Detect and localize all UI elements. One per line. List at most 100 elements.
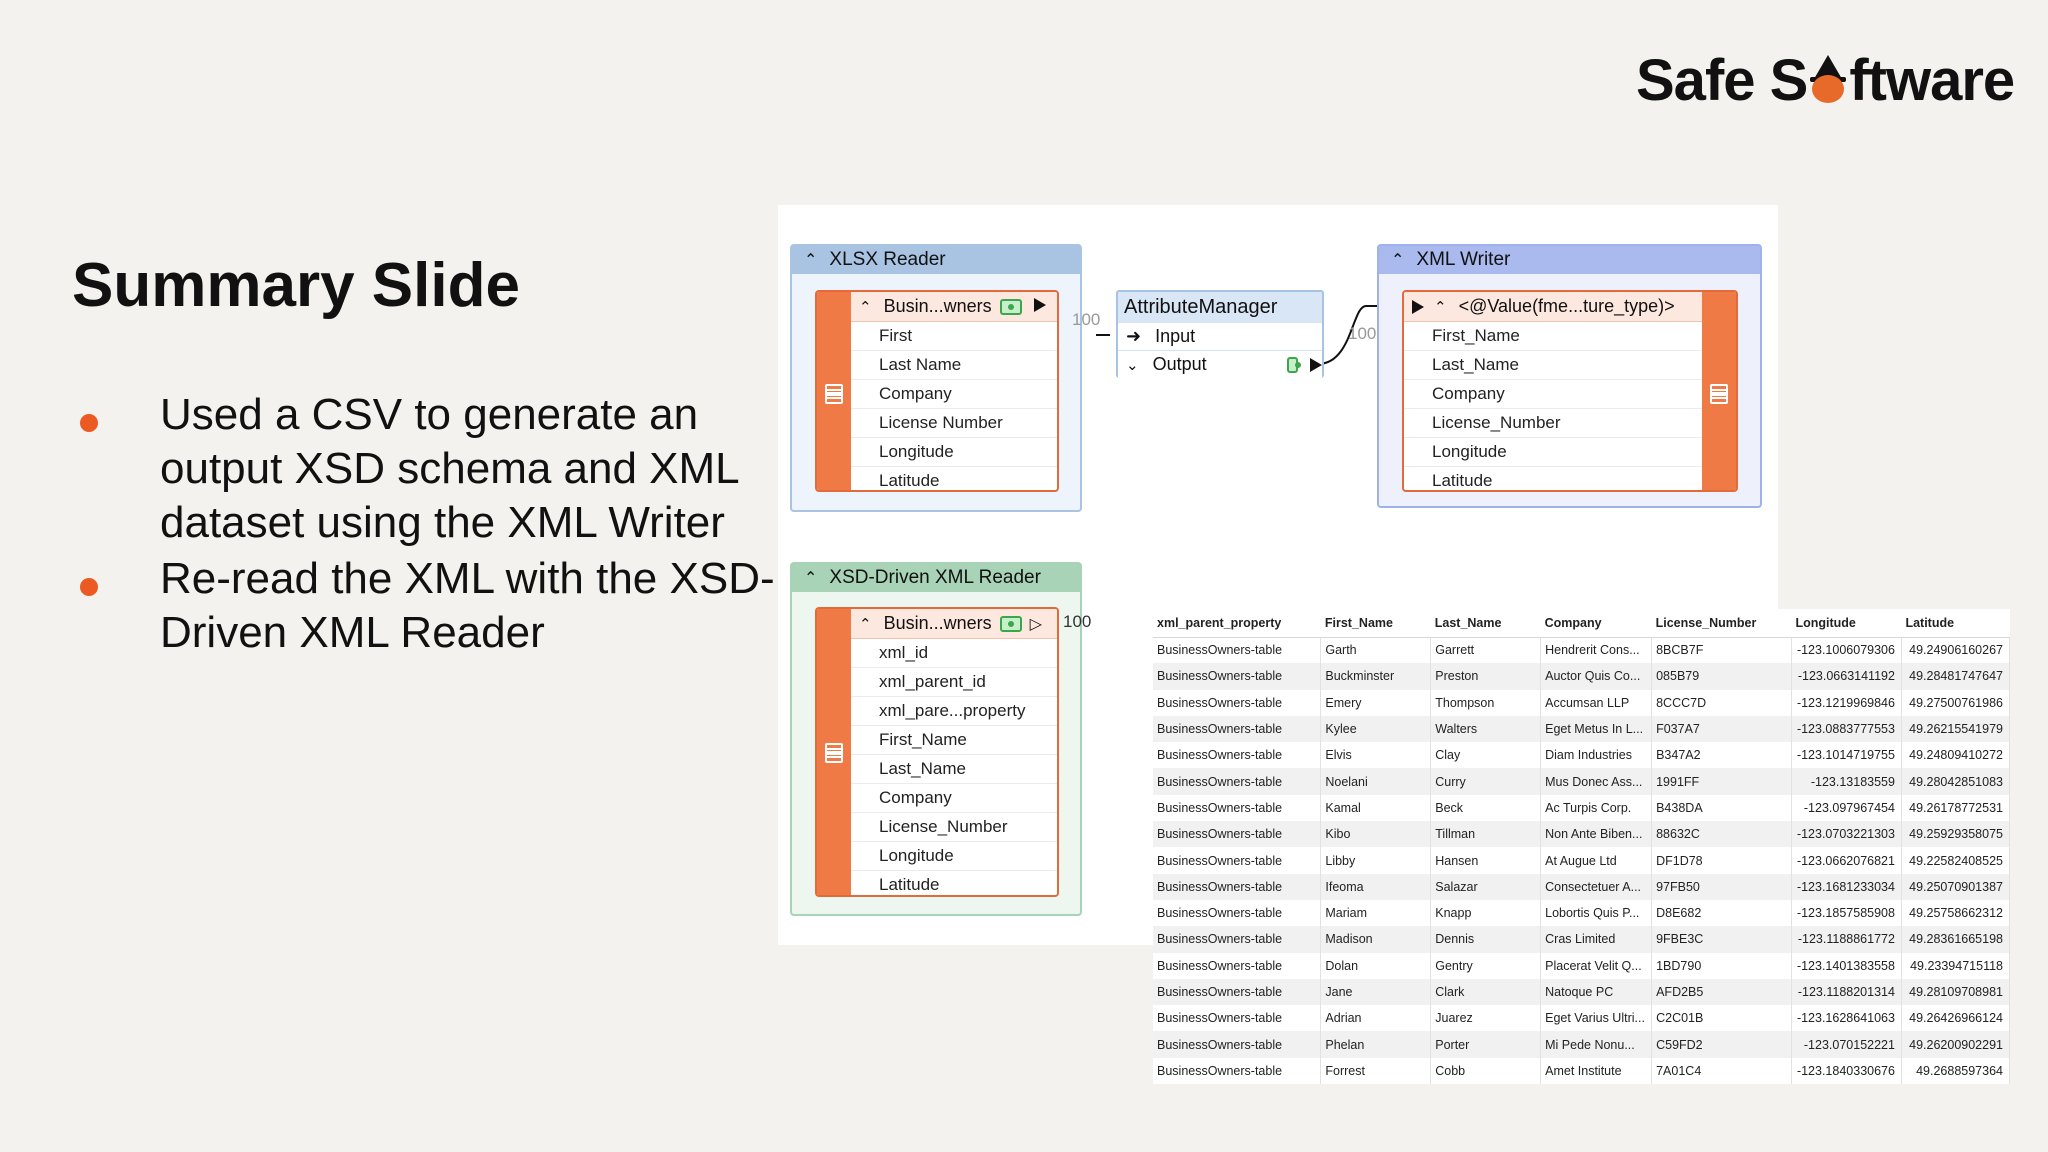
table-row[interactable]: BusinessOwners-table Kibo Tillman Non Ante … bbox=[1153, 821, 2011, 848]
table-cell[interactable]: 49.25758662312 bbox=[1901, 899, 2011, 927]
table-cell[interactable]: Mariam bbox=[1320, 899, 1432, 927]
table-cell[interactable]: Accumsan LLP bbox=[1540, 689, 1653, 716]
table-cell[interactable]: 085B79 bbox=[1651, 663, 1792, 690]
table-cell[interactable]: BusinessOwners-table bbox=[1153, 689, 1322, 716]
table-cell[interactable]: Non Ante Biben... bbox=[1540, 821, 1653, 848]
table-cell[interactable]: C2C01B bbox=[1651, 1005, 1792, 1032]
table-cell[interactable]: Dennis bbox=[1430, 926, 1542, 953]
table-cell[interactable]: -123.1840330676 bbox=[1791, 1057, 1902, 1085]
table-row[interactable]: BusinessOwners-table Madison Dennis Cras Li… bbox=[1153, 926, 2011, 953]
feature-type-row[interactable]: ⌃ Busin...wners ▷ bbox=[851, 609, 1057, 639]
output-port-icon[interactable] bbox=[1310, 357, 1322, 372]
table-cell[interactable]: -123.097967454 bbox=[1791, 794, 1902, 822]
table-cell[interactable]: 49.28042851083 bbox=[1901, 768, 2011, 795]
table-cell[interactable]: 49.24809410272 bbox=[1901, 742, 2011, 769]
table-cell[interactable]: 49.25070901387 bbox=[1901, 873, 2011, 900]
table-cell[interactable]: 49.26426966124 bbox=[1901, 1005, 2011, 1032]
column-header[interactable]: Longitude bbox=[1791, 609, 1902, 638]
collapse-chevron-icon[interactable]: ⌃ bbox=[859, 298, 872, 316]
table-cell[interactable]: -123.0883777553 bbox=[1791, 715, 1902, 743]
table-cell[interactable]: 49.25929358075 bbox=[1901, 821, 2011, 848]
table-cell[interactable]: 49.26200902291 bbox=[1901, 1031, 2011, 1058]
table-cell[interactable]: 1991FF bbox=[1651, 768, 1792, 795]
table-cell[interactable]: BusinessOwners-table bbox=[1153, 768, 1322, 795]
table-cell[interactable]: 49.28109708981 bbox=[1901, 978, 2011, 1006]
output-port-icon[interactable] bbox=[1034, 298, 1046, 312]
table-cell[interactable]: Dolan bbox=[1320, 952, 1432, 979]
table-cell[interactable]: Thompson bbox=[1430, 689, 1542, 716]
table-cell[interactable]: Beck bbox=[1430, 794, 1542, 822]
table-cell[interactable]: Noelani bbox=[1320, 768, 1432, 795]
table-row[interactable]: BusinessOwners-table Garth Garrett Hendreri… bbox=[1153, 637, 2011, 664]
table-cell[interactable]: AFD2B5 bbox=[1651, 978, 1792, 1006]
table-cell[interactable]: Elvis bbox=[1320, 742, 1432, 769]
feature-type-row[interactable]: ⌃ <@Value(fme...ture_type)> bbox=[1404, 292, 1702, 322]
chevron-down-icon[interactable]: ⌄ bbox=[1126, 356, 1139, 374]
xsd-xml-reader-node[interactable]: ⌃ XSD-Driven XML Reader ⌃ Busin...wners … bbox=[790, 562, 1082, 916]
table-cell[interactable]: Buckminster bbox=[1320, 663, 1432, 690]
table-cell[interactable]: -123.0662076821 bbox=[1791, 847, 1902, 874]
table-cell[interactable]: 9FBE3C bbox=[1651, 926, 1792, 953]
table-cell[interactable]: F037A7 bbox=[1651, 715, 1792, 743]
table-cell[interactable]: Garth bbox=[1320, 637, 1432, 664]
table-cell[interactable]: BusinessOwners-table bbox=[1153, 899, 1322, 927]
xml-writer-node[interactable]: ⌃ XML Writer ⌃ <@Value(fme...ture_type)>… bbox=[1377, 244, 1762, 508]
table-cell[interactable]: Clark bbox=[1430, 978, 1542, 1006]
collapse-chevron-icon[interactable]: ⌃ bbox=[1434, 298, 1447, 316]
table-row[interactable]: BusinessOwners-table Kamal Beck Ac Turpis C… bbox=[1153, 794, 2011, 822]
table-cell[interactable]: 8BCB7F bbox=[1651, 637, 1792, 664]
table-cell[interactable]: -123.1188201314 bbox=[1791, 978, 1902, 1006]
table-cell[interactable]: BusinessOwners-table bbox=[1153, 873, 1322, 900]
collapse-chevron-icon[interactable]: ⌃ bbox=[804, 568, 817, 588]
table-cell[interactable]: -123.13183559 bbox=[1791, 768, 1902, 795]
table-cell[interactable]: C59FD2 bbox=[1651, 1031, 1792, 1058]
table-cell[interactable]: BusinessOwners-table bbox=[1153, 847, 1322, 874]
table-cell[interactable]: Juarez bbox=[1430, 1005, 1542, 1032]
table-cell[interactable]: DF1D78 bbox=[1651, 847, 1792, 874]
table-cell[interactable]: Forrest bbox=[1320, 1057, 1432, 1085]
table-cell[interactable]: -123.1188861772 bbox=[1791, 926, 1902, 953]
table-cell[interactable]: Preston bbox=[1430, 663, 1542, 690]
collapse-chevron-icon[interactable]: ⌃ bbox=[804, 250, 817, 270]
table-cell[interactable]: At Augue Ltd bbox=[1540, 847, 1653, 874]
table-cell[interactable]: Kibo bbox=[1320, 821, 1432, 848]
table-cell[interactable]: 8CCC7D bbox=[1651, 689, 1792, 716]
table-cell[interactable]: Cobb bbox=[1430, 1057, 1542, 1085]
table-cell[interactable]: Natoque PC bbox=[1540, 978, 1653, 1006]
table-cell[interactable]: BusinessOwners-table bbox=[1153, 821, 1322, 848]
table-cell[interactable]: BusinessOwners-table bbox=[1153, 1057, 1322, 1085]
input-port-icon[interactable] bbox=[1412, 299, 1424, 314]
table-cell[interactable]: Emery bbox=[1320, 689, 1432, 716]
table-row[interactable]: BusinessOwners-table Phelan Porter Mi Pede … bbox=[1153, 1031, 2011, 1058]
table-cell[interactable]: Adrian bbox=[1320, 1005, 1432, 1032]
column-header[interactable]: Company bbox=[1540, 609, 1652, 638]
table-cell[interactable]: 49.26215541979 bbox=[1901, 715, 2011, 743]
table-cell[interactable]: BusinessOwners-table bbox=[1153, 715, 1322, 743]
xml-writer-header[interactable]: ⌃ XML Writer bbox=[1379, 246, 1760, 274]
table-cell[interactable]: -123.070152221 bbox=[1791, 1031, 1902, 1058]
column-header[interactable]: First_Name bbox=[1320, 609, 1431, 638]
table-row[interactable]: BusinessOwners-table Dolan Gentry Placerat … bbox=[1153, 952, 2011, 979]
table-cell[interactable]: 49.27500761986 bbox=[1901, 689, 2011, 716]
output-port-hollow-icon[interactable]: ▷ bbox=[1030, 614, 1042, 634]
attribute-manager-node[interactable]: AttributeManager ➜ Input ⌄ Output bbox=[1116, 290, 1324, 378]
collapse-chevron-icon[interactable]: ⌃ bbox=[1391, 250, 1404, 270]
inspect-eye-icon[interactable] bbox=[999, 298, 1022, 315]
table-row[interactable]: BusinessOwners-table Ifeoma Salazar Consect… bbox=[1153, 873, 2011, 900]
table-cell[interactable]: Curry bbox=[1430, 768, 1542, 795]
table-cell[interactable]: Lobortis Quis P... bbox=[1540, 899, 1653, 927]
table-cell[interactable]: BusinessOwners-table bbox=[1153, 742, 1322, 769]
table-cell[interactable]: Gentry bbox=[1430, 952, 1542, 979]
table-cell[interactable]: 49.24906160267 bbox=[1901, 637, 2011, 664]
table-cell[interactable]: BusinessOwners-table bbox=[1153, 637, 1322, 664]
table-cell[interactable]: 49.26178772531 bbox=[1901, 794, 2011, 822]
column-header[interactable]: Latitude bbox=[1901, 609, 2010, 638]
table-cell[interactable]: 49.22582408525 bbox=[1901, 847, 2011, 874]
table-cell[interactable]: Knapp bbox=[1430, 899, 1542, 927]
table-cell[interactable]: Garrett bbox=[1430, 637, 1542, 664]
table-cell[interactable]: -123.0663141192 bbox=[1791, 663, 1902, 690]
table-cell[interactable]: Hansen bbox=[1430, 847, 1542, 874]
table-cell[interactable]: BusinessOwners-table bbox=[1153, 1031, 1322, 1058]
table-cell[interactable]: Cras Limited bbox=[1540, 926, 1653, 953]
table-cell[interactable]: Diam Industries bbox=[1540, 742, 1653, 769]
